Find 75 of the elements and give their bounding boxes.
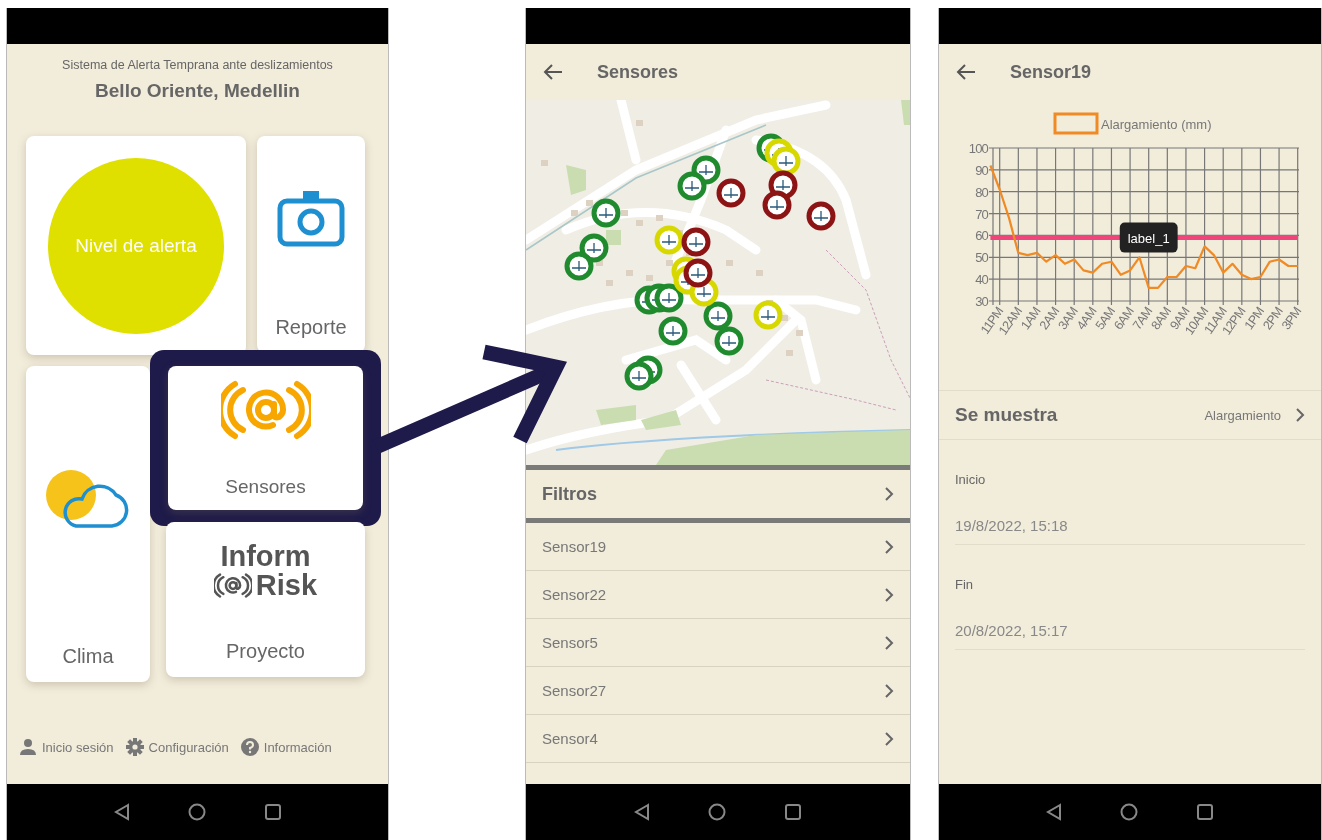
footer-link[interactable]: Inicio sesión [19, 738, 114, 756]
subtitle: Sistema de Alerta Temprana ante deslizamientos [61, 58, 334, 72]
field-label: Fin [955, 577, 975, 592]
sensor-name: Sensor5 [542, 634, 598, 651]
person-icon [19, 738, 37, 756]
home-icon[interactable] [187, 803, 206, 821]
back-icon[interactable] [113, 803, 130, 821]
back-icon[interactable] [543, 63, 563, 81]
date-field[interactable]: 19/8/2022, 15:18 [955, 517, 1305, 545]
signal-icon [213, 572, 252, 599]
signal-icon [220, 380, 311, 442]
field-label: Inicio [955, 472, 987, 487]
sensor-list-item[interactable]: Sensor4 [526, 715, 910, 763]
axis-tick-label: 50 [975, 250, 988, 266]
axis-tick-label: 100 [968, 141, 988, 156]
axis-tick-label: 60 [975, 228, 988, 244]
home-icon[interactable] [708, 803, 726, 821]
map-drawing[interactable] [526, 100, 910, 465]
sensor-list-item[interactable]: Sensor22 [526, 571, 910, 619]
sensor-name: Sensor19 [542, 538, 607, 555]
filter-label: Filtros [542, 483, 597, 505]
home-icon[interactable] [1120, 803, 1138, 821]
axis-tick-label: 40 [975, 272, 988, 288]
alert-level-indicator: Nivel de alerta [48, 157, 224, 334]
screen-title: Sensores [597, 61, 679, 83]
back-icon[interactable] [956, 63, 976, 81]
chevron-icon [884, 731, 894, 746]
date-field[interactable]: 20/8/2022, 15:17 [955, 622, 1305, 650]
chevron-icon [884, 539, 894, 554]
series-label: label_1 [1127, 230, 1170, 246]
sensor-name: Sensor22 [542, 586, 607, 603]
tile-card[interactable]: Reporte [257, 136, 365, 353]
tile-card[interactable]: Clima [26, 366, 150, 682]
tile-label: Sensores [225, 476, 306, 498]
footer-link[interactable]: Configuración [125, 738, 229, 756]
settings-icon [125, 738, 144, 756]
sensor-list-item[interactable]: Sensor19 [526, 523, 910, 571]
tile-card[interactable]: Inform Risk Proyecto [166, 522, 365, 677]
sensor-list-item[interactable]: Sensor27 [526, 667, 910, 715]
tile-label: Proyecto [226, 640, 305, 663]
square-icon[interactable] [1196, 803, 1214, 821]
back-icon[interactable] [634, 803, 650, 821]
app-title: Bello Oriente, Medellin [94, 80, 301, 102]
axis-tick-label: 70 [975, 206, 988, 222]
screen-title: Sensor19 [1010, 61, 1092, 83]
sun-cloud-icon [46, 468, 130, 528]
square-icon[interactable] [263, 803, 282, 821]
sensor-name: Sensor4 [542, 730, 598, 747]
back-icon[interactable] [1046, 803, 1062, 821]
logo-text: Inform [220, 542, 311, 571]
row-value: Alargamiento [1204, 407, 1281, 423]
chevron-icon [884, 635, 894, 650]
tooltip: label_1 [1119, 222, 1178, 253]
legend-swatch [1053, 112, 1099, 135]
axis-tick-label: 80 [975, 184, 988, 200]
sensor-name: Sensor27 [542, 682, 607, 699]
square-icon[interactable] [784, 803, 802, 821]
legend-label: Alargamiento (mm) [1101, 117, 1212, 132]
row-label: Se muestra [955, 404, 1058, 426]
chevron-icon [884, 587, 894, 602]
chevron-icon [1295, 408, 1305, 422]
display-selector-row[interactable]: Se muestra Alargamiento [939, 390, 1321, 440]
axis-tick-label: 90 [975, 162, 988, 178]
sensor-list-item[interactable]: Sensor5 [526, 619, 910, 667]
chevron-icon [884, 487, 894, 501]
tile-label: Reporte [275, 316, 347, 339]
axis-tick-label: 30 [975, 294, 988, 309]
filter-row[interactable]: Filtros [526, 470, 910, 518]
help-icon [240, 738, 259, 756]
tile-card[interactable]: Sensores [168, 366, 363, 510]
tile-label: Clima [62, 645, 114, 668]
chevron-icon [884, 683, 894, 698]
footer-link[interactable]: Información [240, 738, 332, 756]
logo-text: Risk [255, 571, 318, 600]
camera-icon [277, 190, 345, 247]
